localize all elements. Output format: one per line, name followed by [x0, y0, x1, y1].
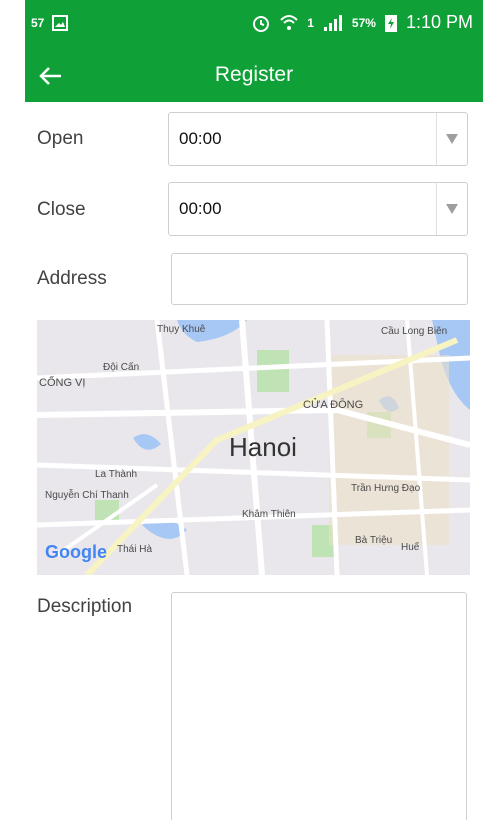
alarm-icon	[253, 15, 270, 32]
address-label: Address	[37, 268, 107, 289]
dropdown-arrow-icon	[446, 134, 458, 144]
close-time-select[interactable]: 00:00	[168, 182, 468, 236]
battery-percentage: 57%	[351, 15, 376, 30]
app-bar: Register	[25, 50, 483, 102]
map-label-cong-vi: CỐNG VỊ	[39, 377, 86, 389]
close-time-value: 00:00	[179, 199, 222, 218]
signal-icon	[323, 14, 342, 31]
map-label-thai-ha: Thái Hà	[117, 544, 153, 555]
wifi-icon	[280, 14, 298, 30]
map-view[interactable]: Thụy Khuê Cầu Long Biên Đội Cấn CỐNG VỊ …	[37, 320, 470, 575]
address-input[interactable]	[171, 253, 468, 305]
description-textarea[interactable]	[171, 592, 467, 820]
open-label: Open	[37, 128, 84, 149]
image-icon	[52, 15, 69, 31]
map-label-doi-can: Đội Cấn	[103, 362, 140, 373]
map-label-hue: Huế	[401, 542, 420, 553]
status-right: 1 57% 1:10 PM	[251, 12, 473, 33]
status-bar: 57 1 57% 1:10 PM	[25, 0, 483, 50]
sim-indicator: 1	[307, 15, 314, 30]
map-city-label: Hanoi	[229, 432, 297, 462]
select-divider	[436, 113, 437, 165]
dropdown-arrow-icon	[446, 204, 458, 214]
map-label-ba-trieu: Bà Triệu	[355, 535, 393, 546]
map-label-kham-thien: Khâm Thiên	[242, 509, 296, 520]
page-title: Register	[214, 63, 294, 86]
open-time-select[interactable]: 00:00	[168, 112, 468, 166]
clock: 1:10 PM	[405, 12, 473, 32]
google-logo: Google	[45, 542, 107, 562]
select-divider	[436, 183, 437, 235]
status-left: 57	[31, 15, 69, 31]
battery-charging-icon	[384, 14, 397, 32]
map-label-la-thanh: La Thành	[95, 469, 138, 480]
map-label-cua-dong: CỬA ĐÔNG	[303, 399, 364, 411]
description-label: Description	[37, 596, 133, 617]
map-label-tran-hung-dao: Trần Hưng Đạo	[351, 483, 421, 494]
app-screen: 57 1 57% 1:10 PM Register Open 00:00 Clo…	[25, 0, 483, 820]
close-label: Close	[37, 199, 86, 220]
map-label-cau-long-bien: Cầu Long Biên	[381, 326, 448, 337]
map-label-thuy-khue: Thụy Khuê	[157, 324, 206, 335]
notification-badge: 57	[31, 16, 45, 30]
map-label-nguyen-chi-thanh: Nguyễn Chí Thanh	[45, 490, 129, 501]
open-time-value: 00:00	[179, 129, 222, 148]
